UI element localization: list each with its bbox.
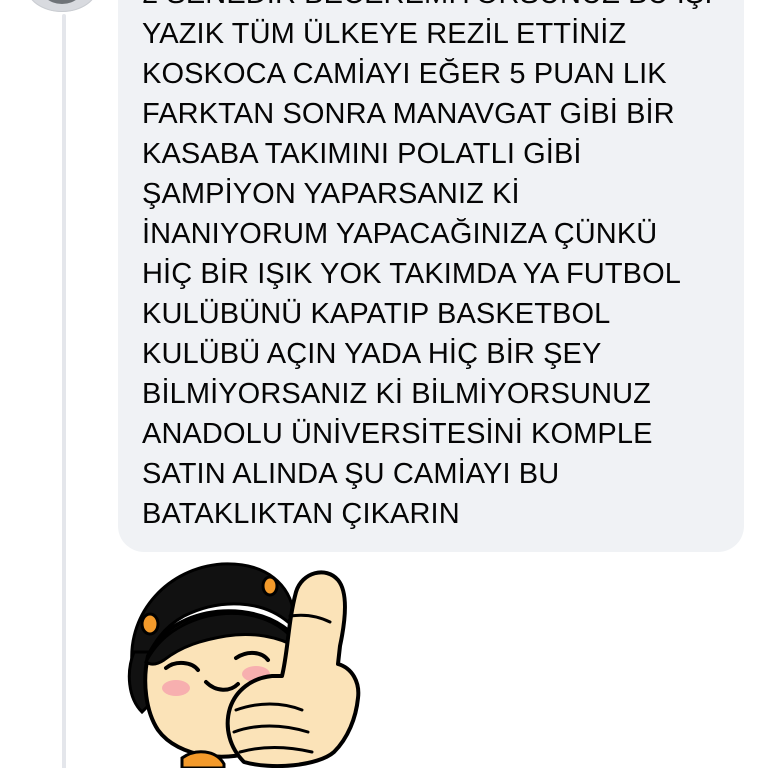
sticker-blush-left	[162, 680, 190, 696]
comment-line: KULÜBÜ AÇIN YADA HİÇ BİR ŞEY	[142, 338, 602, 370]
comment-line: BATAKLIKTAN ÇIKARIN	[142, 498, 460, 530]
comment-line: KULÜBÜNÜ KAPATIP BASKETBOL	[142, 298, 611, 330]
comment-line: KASABA TAKIMINI POLATLI GİBİ	[142, 138, 582, 170]
thumbs-up-sticker[interactable]	[112, 552, 368, 768]
sticker-hair-clip-right	[261, 575, 279, 597]
comment-line: BİLMİYORSANIZ Kİ BİLMİYORSUNUZ	[142, 378, 651, 410]
avatar-photo	[38, 0, 86, 4]
comment-line: FARKTAN SONRA MANAVGAT GİBİ BİR	[142, 98, 675, 130]
comment-text: 2 SENEDİR BECEREMİYORSUNUZ BU İŞİ YAZIK …	[142, 0, 732, 534]
avatar[interactable]	[26, 0, 98, 12]
comment-line: İNANIYORUM YAPACAĞINIZA ÇÜNKÜ	[142, 218, 658, 250]
thread-line	[62, 14, 66, 768]
sticker-hair-clip-left	[140, 612, 160, 636]
comment-line: ŞAMPİYON YAPARSANIZ Kİ	[142, 178, 520, 210]
comment-thread: 2 SENEDİR BECEREMİYORSUNUZ BU İŞİ YAZIK …	[0, 0, 768, 768]
comment-line: YAZIK TÜM ÜLKEYE REZİL ETTİNİZ	[142, 18, 627, 50]
comment-line: SATIN ALINDA ŞU CAMİAYI BU	[142, 458, 560, 490]
comment-line: KOSKOCA CAMİAYI EĞER 5 PUAN LIK	[142, 58, 667, 90]
comment-line: HİÇ BİR IŞIK YOK TAKIMDA YA FUTBOL	[142, 258, 681, 290]
comment-line: ANADOLU ÜNİVERSİTESİNİ KOMPLE	[142, 418, 653, 450]
comment-line: 2 SENEDİR BECEREMİYORSUNUZ BU İŞİ	[142, 0, 732, 14]
